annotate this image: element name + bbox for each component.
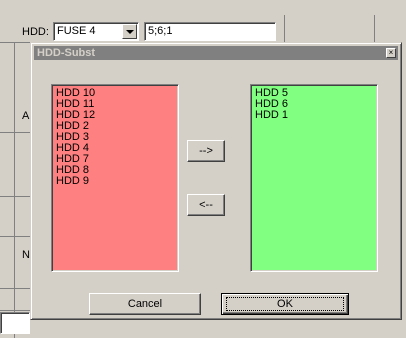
dialog-titlebar[interactable]: HDD-Subst × <box>34 46 398 60</box>
hdd-text-field[interactable]: 5;6;1 <box>144 22 276 41</box>
divider <box>0 236 30 237</box>
divider <box>0 310 30 311</box>
list-item[interactable]: HDD 1 <box>255 110 373 121</box>
divider <box>0 196 30 197</box>
divider <box>284 15 285 43</box>
hdd-text-value: 5;6;1 <box>148 25 173 37</box>
close-icon[interactable]: × <box>386 48 396 58</box>
move-left-button[interactable]: <-- <box>187 194 225 216</box>
chevron-down-icon[interactable] <box>122 24 137 39</box>
hdd-combo[interactable]: FUSE 4 <box>53 22 139 41</box>
side-letter-n: N <box>22 249 30 261</box>
ok-button-label: OK <box>277 298 293 310</box>
selected-hdd-list[interactable]: HDD 5 HDD 6 HDD 1 <box>250 84 378 272</box>
ok-button[interactable]: OK <box>221 293 349 315</box>
divider <box>0 132 30 133</box>
cancel-button[interactable]: Cancel <box>89 293 201 315</box>
divider <box>14 42 15 338</box>
bottom-field[interactable] <box>0 312 30 334</box>
divider <box>374 15 375 43</box>
hdd-subst-dialog: HDD-Subst × HDD 10 HDD 11 HDD 12 HDD 2 H… <box>30 42 402 320</box>
divider <box>0 42 30 43</box>
side-letter-a: A <box>22 110 30 122</box>
available-hdd-list[interactable]: HDD 10 HDD 11 HDD 12 HDD 2 HDD 3 HDD 4 H… <box>51 84 179 272</box>
dialog-title: HDD-Subst <box>37 47 96 59</box>
move-right-button[interactable]: --> <box>187 140 225 162</box>
hdd-combo-value: FUSE 4 <box>57 25 96 37</box>
hdd-label: HDD: <box>22 26 49 38</box>
divider <box>0 288 30 289</box>
list-item[interactable]: HDD 9 <box>56 176 174 187</box>
